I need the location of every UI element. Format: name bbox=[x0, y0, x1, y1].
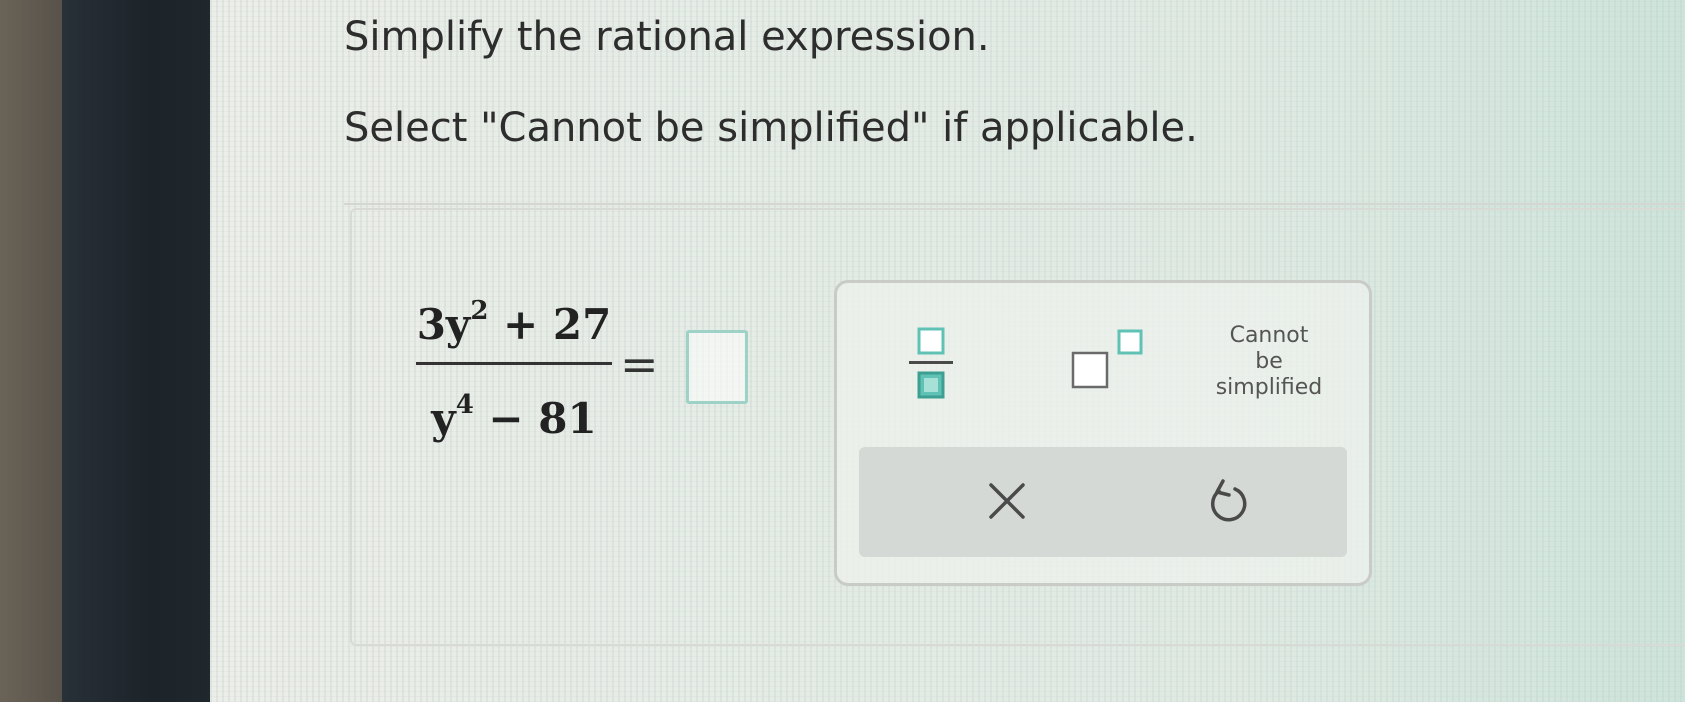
answer-input[interactable] bbox=[686, 330, 748, 404]
numerator-constant: + 27 bbox=[503, 300, 612, 349]
cannot-label-line-3: simplified bbox=[1215, 375, 1323, 400]
cannot-label-line-1: Cannot bbox=[1229, 323, 1309, 348]
fraction-button[interactable] bbox=[903, 325, 959, 401]
cannot-label-line-2: be bbox=[1255, 349, 1283, 374]
action-bar bbox=[859, 447, 1347, 557]
question-hint: Select "Cannot be simplified" if applica… bbox=[344, 105, 1198, 151]
fraction-icon bbox=[909, 327, 953, 399]
clear-button[interactable] bbox=[967, 467, 1047, 539]
undo-button[interactable] bbox=[1189, 467, 1269, 539]
denominator-exponent: 4 bbox=[455, 390, 474, 420]
exponent-icon bbox=[1071, 329, 1143, 389]
exponent-button[interactable] bbox=[1069, 325, 1153, 401]
x-icon bbox=[989, 483, 1025, 519]
undo-icon bbox=[1211, 479, 1247, 522]
fraction-bar bbox=[416, 362, 612, 365]
section-divider bbox=[344, 203, 1685, 205]
rational-expression: 3y2 + 27 y4 − 81 bbox=[416, 298, 612, 448]
numerator-exponent: 2 bbox=[470, 296, 489, 326]
monitor-bezel-inner bbox=[62, 0, 212, 702]
question-instruction: Simplify the rational expression. bbox=[344, 14, 990, 60]
math-tool-palette: Cannot be simplified bbox=[834, 280, 1372, 586]
denominator-constant: − 81 bbox=[488, 394, 597, 443]
expression-denominator: y4 − 81 bbox=[416, 392, 612, 443]
cannot-be-simplified-button[interactable]: Cannot be simplified bbox=[1189, 317, 1349, 407]
expression-numerator: 3y2 + 27 bbox=[416, 298, 612, 349]
denominator-base: y bbox=[431, 394, 456, 443]
equals-sign: = bbox=[620, 337, 659, 391]
monitor-bezel-outer bbox=[0, 0, 62, 702]
numerator-coefficient: 3y bbox=[416, 300, 471, 349]
